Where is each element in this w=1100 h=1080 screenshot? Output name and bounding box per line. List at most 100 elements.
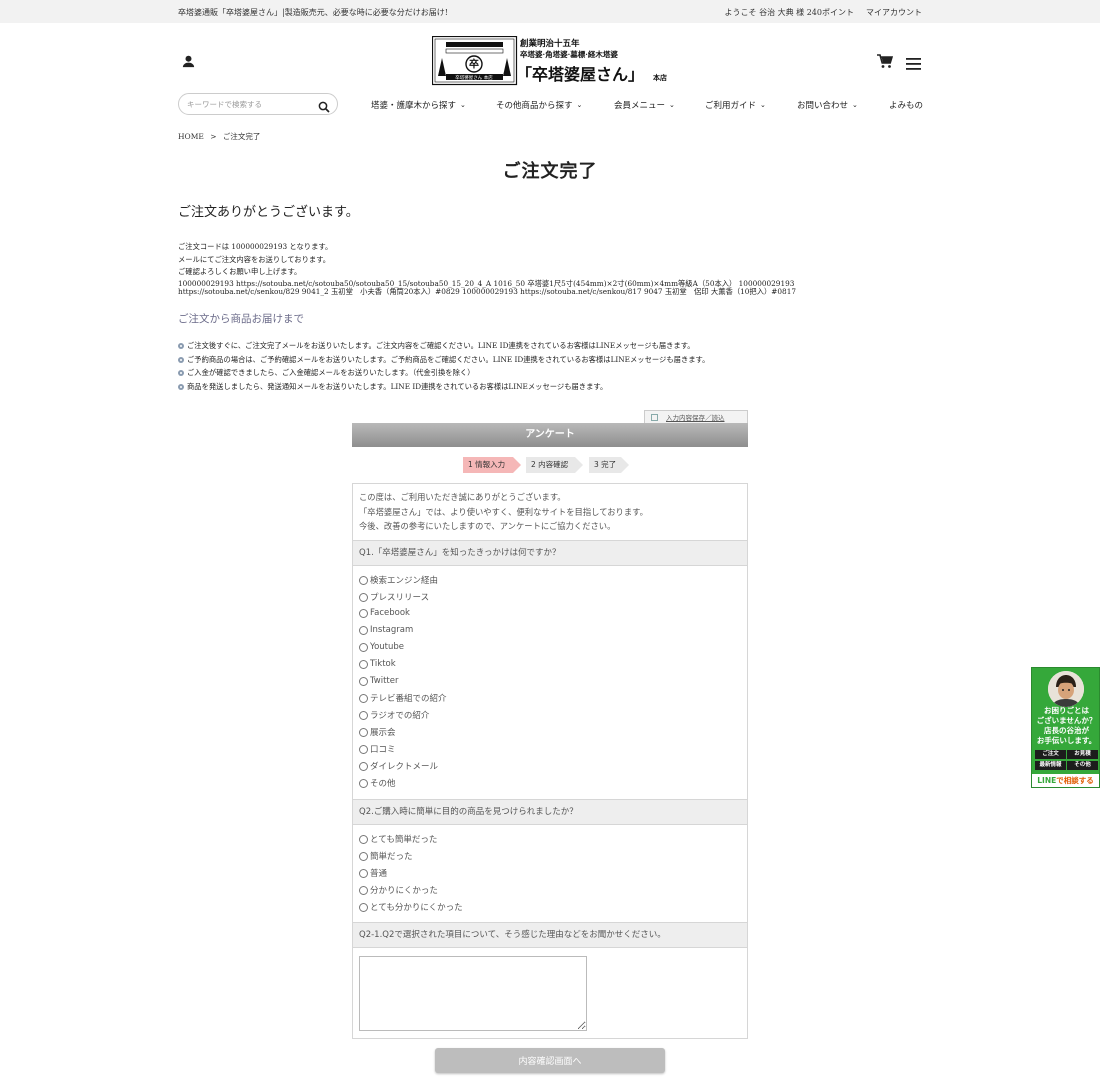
radio-button[interactable] (359, 885, 368, 895)
page-title: ご注文完了 (502, 161, 598, 182)
nav-item-other-products[interactable]: その他商品から探す ⌄ (496, 99, 582, 111)
q1-option[interactable]: ラジオでの紹介 (359, 709, 429, 721)
radio-button[interactable] (359, 834, 368, 844)
site-tagline: 卒塔婆通販「卒塔婆屋さん」|製造販売元、必要な時に必要な分だけお届け! (178, 8, 448, 17)
welcome-text[interactable]: ようこそ 谷治 大典 様 240ポイント (725, 7, 854, 18)
mail-sent-text: メールにてご注文内容をお送りしております。 (178, 254, 331, 264)
radio-button[interactable] (359, 625, 368, 635)
q1-option[interactable]: 検索エンジン経由 (359, 574, 438, 586)
breadcrumb: HOME > ご注文完了 (178, 131, 264, 142)
chip-estimate[interactable]: お見積 (1067, 750, 1098, 759)
chevron-down-icon: ⌄ (669, 101, 675, 109)
logo-brand: 「卒塔婆屋さん」 (516, 65, 644, 84)
delivery-steps: ご注文後すぐに、ご注文完了メールをお送りいたします。ご注文内容をご確認ください。… (178, 339, 709, 394)
chip-order[interactable]: ご注文 (1035, 750, 1066, 759)
question-q1: Q1.「卒塔婆屋さん」を知ったきっかけは何ですか？ (353, 540, 747, 566)
radio-button[interactable] (359, 710, 368, 720)
radio-button[interactable] (359, 868, 368, 878)
q1-option[interactable]: テレビ番組での紹介 (359, 692, 447, 704)
radio-button[interactable] (359, 575, 368, 585)
confirm-request-text: ご確認よろしくお願い申し上げます。 (178, 267, 302, 276)
logo-seal-text: 卒塔婆屋さん 本店 (455, 74, 493, 81)
q2-option[interactable]: とても簡単だった (359, 833, 437, 845)
q2-option[interactable]: 分かりにくかった (359, 884, 438, 896)
delivery-step: ご予約商品の場合は、ご予約確認メールをお送りいたします。ご予約商品をご確認くださ… (178, 353, 709, 367)
search-box (178, 93, 338, 115)
account-links: ようこそ 谷治 大典 様 240ポイント マイアカウント (725, 7, 922, 18)
order-code-text: ご注文コードは 100000029193 となります。 (178, 242, 333, 251)
search-input[interactable] (187, 97, 315, 112)
q1-option[interactable]: 展示会 (359, 726, 396, 738)
nav-item-sotouba[interactable]: 塔婆・護摩木から探す ⌄ (371, 99, 466, 111)
breadcrumb-home[interactable]: HOME (178, 132, 204, 141)
top-bar: 卒塔婆通販「卒塔婆屋さん」|製造販売元、必要な時に必要な分だけお届け! ようこそ… (0, 0, 1100, 23)
chip-other[interactable]: その他 (1067, 761, 1098, 770)
nav-item-contact[interactable]: お問い合わせ ⌄ (797, 99, 858, 111)
line-consult-widget[interactable]: お困りごとは ございませんか？ 店長の谷治が お手伝いします。 ご注文 お見積 … (1031, 667, 1100, 788)
q1-option[interactable]: Tiktok (359, 659, 396, 669)
breadcrumb-current: ご注文完了 (222, 132, 261, 141)
q1-option[interactable]: その他 (359, 777, 396, 789)
bullet-icon (178, 383, 184, 390)
reason-textarea[interactable] (359, 956, 587, 1031)
user-icon[interactable] (181, 54, 196, 73)
progress-step-input: 1 情報入力 (463, 457, 521, 473)
widget-message: お困りごとは ございませんか？ 店長の谷治が お手伝いします。 (1036, 706, 1097, 745)
breadcrumb-separator: > (210, 132, 217, 141)
question-q2-1: Q2-1.Q2で選択された項目について、そう感じた理由などをお聞かせください。 (353, 922, 747, 948)
radio-button[interactable] (359, 642, 368, 652)
delivery-step: 商品を発送しましたら、発送通知メールをお送りいたします。LINE ID連携をされ… (178, 380, 709, 394)
site-logo[interactable]: 卒 卒塔婆屋さん 本店 創業明治十五年 卒塔婆·角塔婆·墓標·経木塔婆 「卒塔婆… (431, 35, 668, 86)
chevron-down-icon: ⌄ (460, 101, 466, 109)
q1-option[interactable]: Twitter (359, 676, 399, 686)
q1-option[interactable]: ダイレクトメール (359, 760, 438, 772)
q2-option[interactable]: 普通 (359, 867, 387, 879)
chevron-down-icon: ⌄ (760, 101, 766, 109)
radio-button[interactable] (359, 592, 368, 602)
line-consult-button[interactable]: LINEで相談する (1032, 774, 1099, 787)
menu-icon[interactable] (906, 55, 921, 74)
order-items-line2: https://sotouba.net/c/senkou/829 9041_2 … (178, 286, 796, 296)
nav-item-guide[interactable]: ご利用ガイド ⌄ (705, 99, 766, 111)
q2-option[interactable]: とても分かりにくかった (359, 901, 463, 913)
bullet-icon (178, 370, 184, 377)
delivery-flow-title: ご注文から商品お届けまで (178, 313, 304, 325)
radio-button[interactable] (359, 902, 368, 912)
radio-button[interactable] (359, 778, 368, 788)
delivery-step: ご注文後すぐに、ご注文完了メールをお送りいたします。ご注文内容をご確認ください。… (178, 339, 709, 353)
q1-option[interactable]: Youtube (359, 642, 404, 652)
bullet-icon (178, 342, 184, 349)
radio-button[interactable] (359, 851, 368, 861)
my-account-link[interactable]: マイアカウント (866, 7, 922, 18)
delivery-step: ご入金が確認できましたら、ご入金確認メールをお送りいたします。（代金引換を除く） (178, 366, 709, 380)
q1-option[interactable]: プレスリリース (359, 591, 429, 603)
search-icon[interactable] (318, 98, 330, 117)
confirm-button[interactable]: 内容確認画面へ (435, 1048, 665, 1073)
logo-line1: 創業明治十五年 (519, 38, 580, 49)
q2-option[interactable]: 簡単だった (359, 850, 413, 862)
cart-icon[interactable] (877, 54, 894, 73)
survey-title: アンケート (352, 423, 748, 447)
avatar (1048, 671, 1084, 707)
logo-suffix: 本店 (652, 73, 667, 82)
q1-option[interactable]: Instagram (359, 625, 413, 635)
radio-button[interactable] (359, 727, 368, 737)
question-q2: Q2.ご購入時に簡単に目的の商品を見つけられましたか？ (353, 799, 747, 825)
radio-button[interactable] (359, 693, 368, 703)
chip-news[interactable]: 最新情報 (1035, 761, 1066, 770)
q1-option[interactable]: Facebook (359, 608, 410, 618)
q1-option[interactable]: 口コミ (359, 743, 396, 755)
save-load-tab[interactable]: 入力内容保存／読込 (644, 410, 748, 423)
line-label: LINE (1037, 776, 1057, 785)
radio-button[interactable] (359, 659, 368, 669)
save-load-link[interactable]: 入力内容保存／読込 (666, 412, 725, 422)
nav-item-member-menu[interactable]: 会員メニュー ⌄ (614, 99, 675, 111)
radio-button[interactable] (359, 761, 368, 771)
radio-button[interactable] (359, 608, 368, 618)
nav-item-reading[interactable]: よみもの (889, 99, 923, 111)
radio-button[interactable] (359, 744, 368, 754)
consult-label: で相談する (1056, 776, 1094, 785)
chevron-down-icon: ⌄ (852, 101, 858, 109)
svg-text:卒: 卒 (469, 58, 479, 71)
radio-button[interactable] (359, 676, 368, 686)
